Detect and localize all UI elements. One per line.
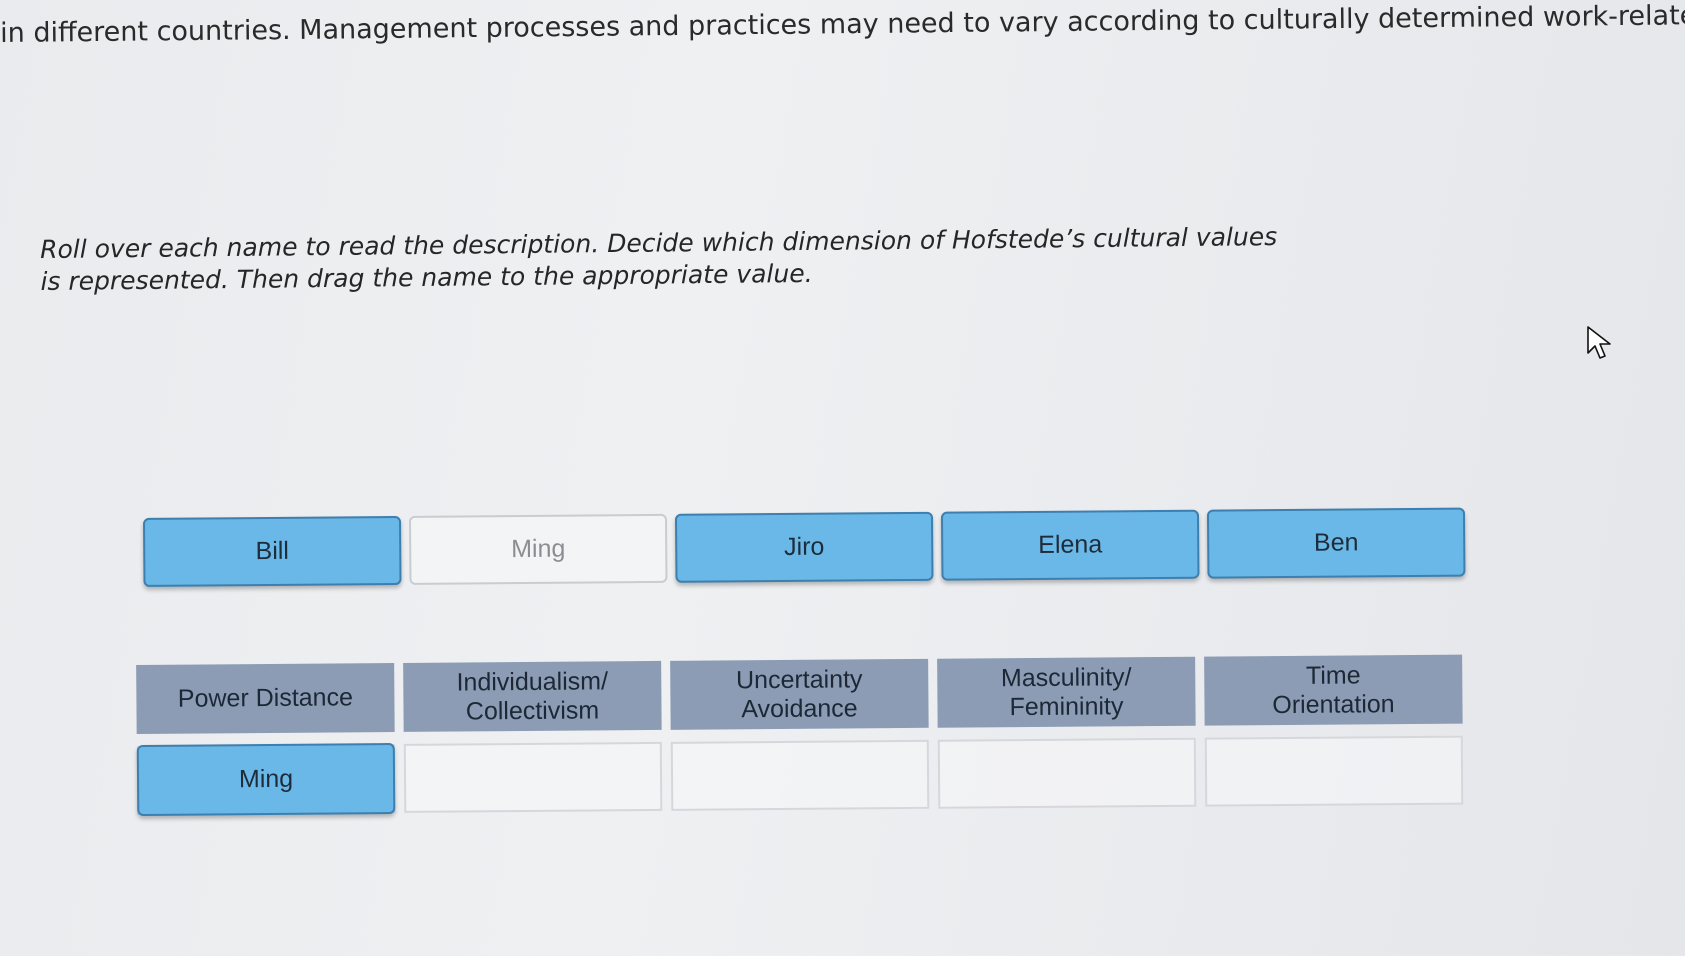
value-header-masculinity-femininity: Masculinity/ Femininity [937,656,1196,728]
name-tile-ming: Ming [408,513,668,585]
name-bank: Bill Ming Jiro Elena Ben [142,507,1466,587]
value-header-time-orientation: Time Orientation [1204,654,1463,726]
drop-zone-masculinity-femininity[interactable] [937,737,1197,809]
drop-zone-individualism-collectivism[interactable] [403,741,663,813]
drag-drop-activity: Bill Ming Jiro Elena Ben Power Distance … [0,0,1685,956]
name-tile-jiro[interactable]: Jiro [674,511,934,583]
value-header-individualism-collectivism: Individualism/ Collectivism [403,660,662,732]
name-tile-elena[interactable]: Elena [940,509,1200,581]
drop-zone-power-distance[interactable]: Ming [136,743,396,817]
name-tile-bill[interactable]: Bill [142,515,402,587]
drop-zone-uncertainty-avoidance[interactable] [670,739,930,811]
value-header-power-distance: Power Distance [136,663,395,735]
value-header-uncertainty-avoidance: Uncertainty Avoidance [670,658,929,730]
placed-name-tile[interactable]: Ming [136,743,396,817]
drop-zone-time-orientation[interactable] [1204,735,1464,807]
values-grid: Power Distance Individualism/ Collectivi… [136,654,1464,817]
name-tile-ben[interactable]: Ben [1206,507,1466,579]
